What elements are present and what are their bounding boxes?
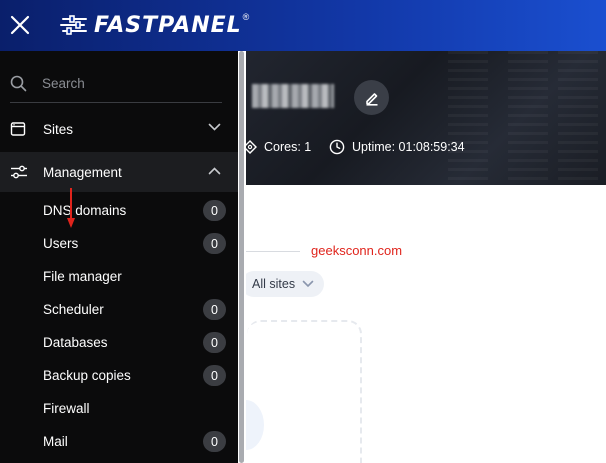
fastpanel-logo[interactable]: FASTPANEL ® xyxy=(60,12,249,38)
logo-text: FASTPANEL xyxy=(94,12,242,38)
sidebar-item-firewall[interactable]: Firewall xyxy=(0,392,238,425)
server-name-blurred xyxy=(252,84,334,108)
sites-filter-value: All sites xyxy=(252,277,296,291)
watermark-text: geeksconn.com xyxy=(311,243,403,258)
sidebar-item-label: File manager xyxy=(43,269,122,284)
edit-server-name-button[interactable] xyxy=(354,80,389,115)
empty-site-card xyxy=(247,320,362,463)
count-badge: 0 xyxy=(203,200,226,221)
hero-background-rack xyxy=(508,51,548,185)
sidebar-item-dns-domains[interactable]: DNS domains 0 xyxy=(0,194,238,227)
sidebar-item-label: Mail xyxy=(43,434,68,449)
top-header: FASTPANEL ® xyxy=(0,0,606,51)
sidebar-item-label: Databases xyxy=(43,335,108,350)
sidebar-item-file-manager[interactable]: File manager xyxy=(0,260,238,293)
logo-mark-icon xyxy=(60,15,87,35)
browser-window-icon xyxy=(10,122,26,136)
cores-stat: Cores: 1 xyxy=(243,139,311,155)
app-window: FASTPANEL ® Cores: 1 Uptime: 01:08:59:34… xyxy=(0,0,606,463)
hero-background-rack xyxy=(558,51,598,185)
pencil-icon xyxy=(365,92,377,106)
sidebar-item-mail[interactable]: Mail 0 xyxy=(0,425,238,458)
sidebar-item-label: Users xyxy=(43,236,79,251)
search-icon xyxy=(10,75,27,92)
sidebar-item-management[interactable]: Management xyxy=(0,152,238,192)
cores-label: Cores: 1 xyxy=(264,140,312,154)
sidebar-scrollbar-thumb[interactable] xyxy=(239,51,244,463)
sites-filter-dropdown[interactable]: All sites xyxy=(241,271,325,297)
sidebar-item-label: Backup copies xyxy=(43,368,131,383)
server-hero-banner xyxy=(238,51,606,185)
sidebar-item-databases[interactable]: Databases 0 xyxy=(0,326,238,359)
uptime-stat: Uptime: 01:08:59:34 xyxy=(329,139,465,155)
count-badge: 0 xyxy=(203,233,226,254)
sliders-icon xyxy=(11,165,27,179)
sidebar-item-label: Scheduler xyxy=(43,302,104,317)
sidebar-item-backup-copies[interactable]: Backup copies 0 xyxy=(0,359,238,392)
close-icon xyxy=(10,15,30,35)
search-underline xyxy=(10,102,222,103)
search-input[interactable] xyxy=(42,73,222,93)
hero-background-rack xyxy=(448,51,488,185)
count-badge: 0 xyxy=(203,431,226,452)
sidebar-item-label: Management xyxy=(43,164,122,180)
count-badge: 0 xyxy=(203,299,226,320)
chevron-down-icon xyxy=(208,123,221,131)
close-menu-button[interactable] xyxy=(8,13,32,37)
content-divider xyxy=(244,251,300,252)
chevron-down-icon xyxy=(302,280,314,288)
sidebar-item-label: DNS domains xyxy=(43,203,127,218)
uptime-label: Uptime: 01:08:59:34 xyxy=(352,140,465,154)
logo-registered-mark: ® xyxy=(242,12,250,22)
count-badge: 0 xyxy=(203,332,226,353)
sidebar-search xyxy=(0,66,238,100)
sidebar-item-scheduler[interactable]: Scheduler 0 xyxy=(0,293,238,326)
sidebar-item-users[interactable]: Users 0 xyxy=(0,227,238,260)
sidebar-item-label: Firewall xyxy=(43,401,90,416)
sidebar-item-label: Sites xyxy=(43,121,74,137)
clock-icon xyxy=(329,139,345,155)
chevron-up-icon xyxy=(208,167,221,175)
sidebar-item-sites[interactable]: Sites xyxy=(0,109,238,149)
count-badge: 0 xyxy=(203,365,226,386)
annotation-arrow-icon xyxy=(67,188,75,228)
